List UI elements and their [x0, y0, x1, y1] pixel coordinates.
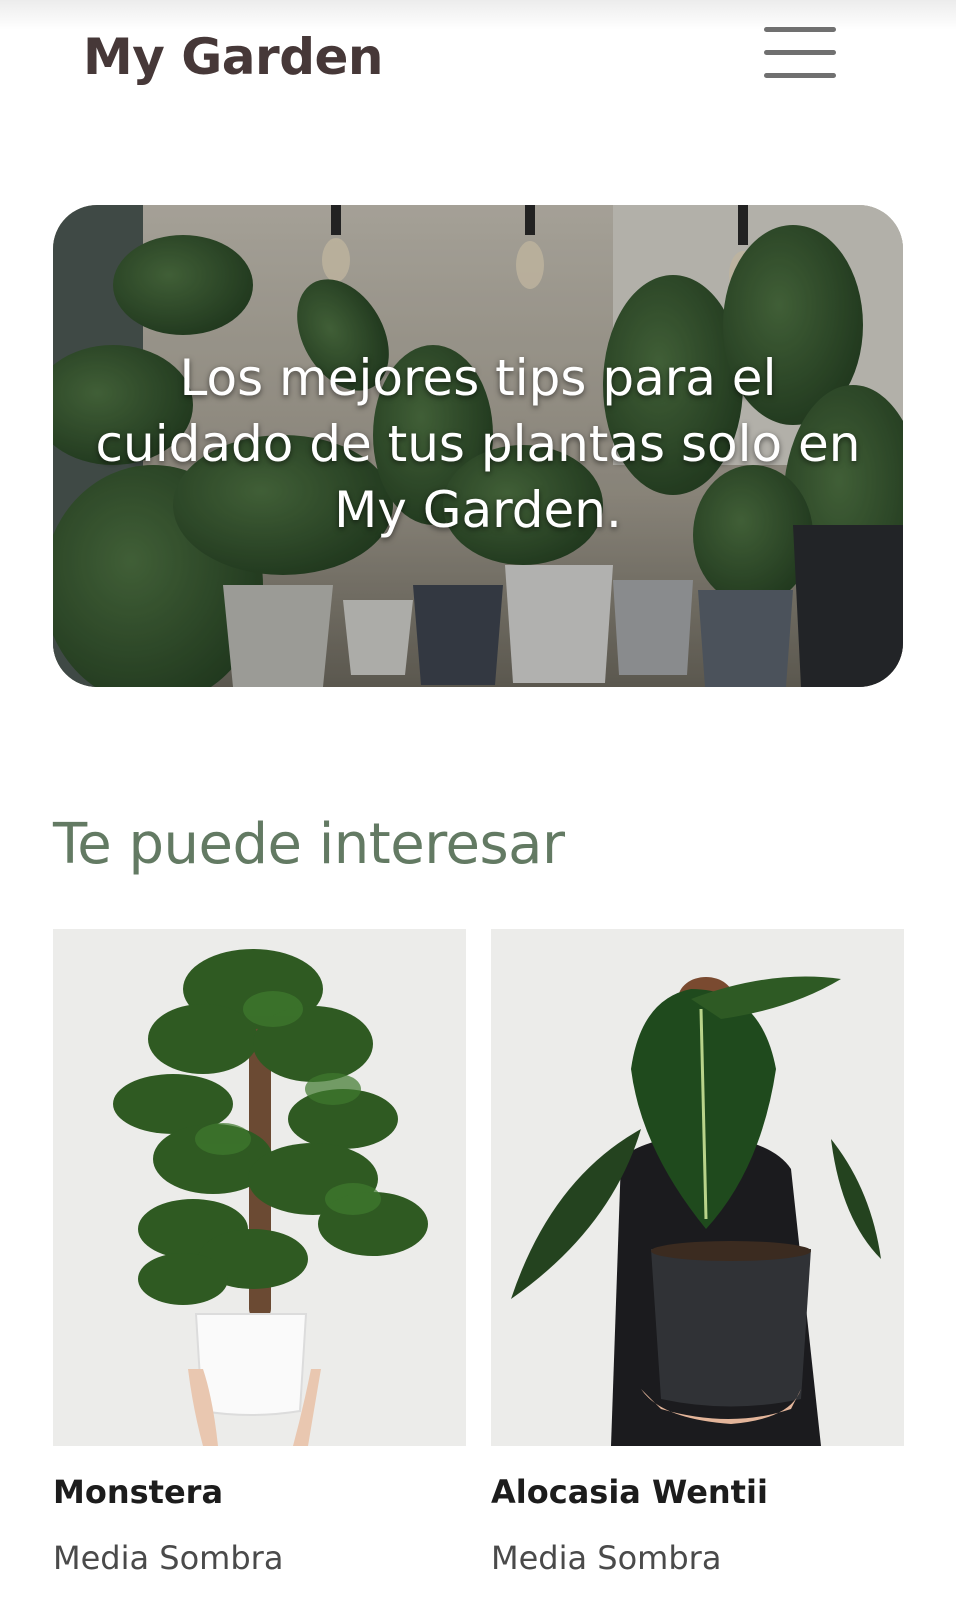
menu-line	[764, 27, 836, 32]
monstera-photo	[53, 929, 466, 1446]
plant-name: Alocasia Wentii	[491, 1473, 768, 1511]
plant-card-monstera[interactable]: Monstera Media Sombra	[53, 929, 466, 1577]
app-title: My Garden	[83, 28, 384, 86]
menu-line	[764, 73, 836, 78]
plant-light: Media Sombra	[491, 1539, 722, 1577]
plant-card-alocasia[interactable]: Alocasia Wentii Media Sombra	[491, 929, 904, 1577]
hero-banner[interactable]: Los mejores tips para el cuidado de tus …	[53, 205, 903, 687]
hamburger-menu-icon[interactable]	[758, 22, 838, 86]
hero-headline: Los mejores tips para el cuidado de tus …	[95, 349, 861, 539]
plant-name: Monstera	[53, 1473, 224, 1511]
section-title: Te puede interesar	[53, 812, 565, 877]
plant-light: Media Sombra	[53, 1539, 284, 1577]
alocasia-photo	[491, 929, 904, 1446]
menu-line	[764, 50, 836, 55]
